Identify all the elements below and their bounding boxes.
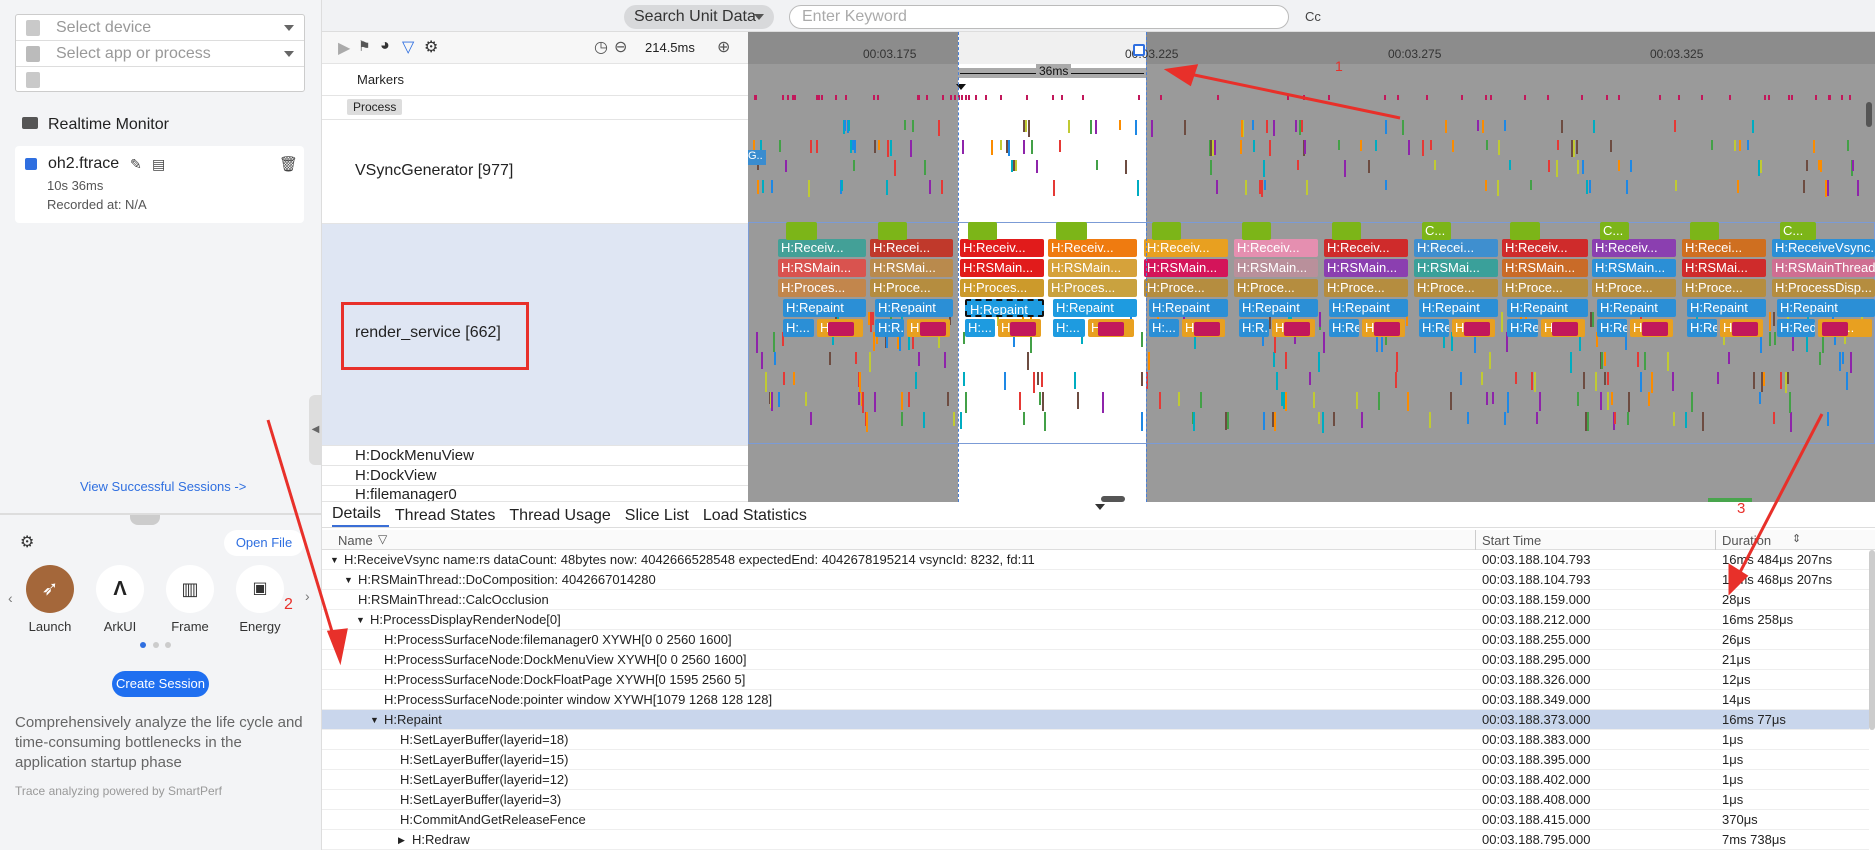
annotation-arrow-1 [1179, 70, 1401, 120]
annotation-arrowhead-3 [1728, 563, 1749, 596]
annotation-layer [266, 64, 1824, 666]
annotation-arrowhead-2 [326, 628, 348, 666]
annotation-label-2: 2 [284, 596, 293, 613]
annotation-label-3: 3 [1737, 500, 1746, 517]
annotation-arrow-3 [1734, 413, 1824, 581]
annotation-label-1: 1 [1335, 58, 1343, 74]
annotation-arrowhead-1 [1163, 64, 1199, 87]
annotation-arrow-2 [266, 419, 339, 649]
